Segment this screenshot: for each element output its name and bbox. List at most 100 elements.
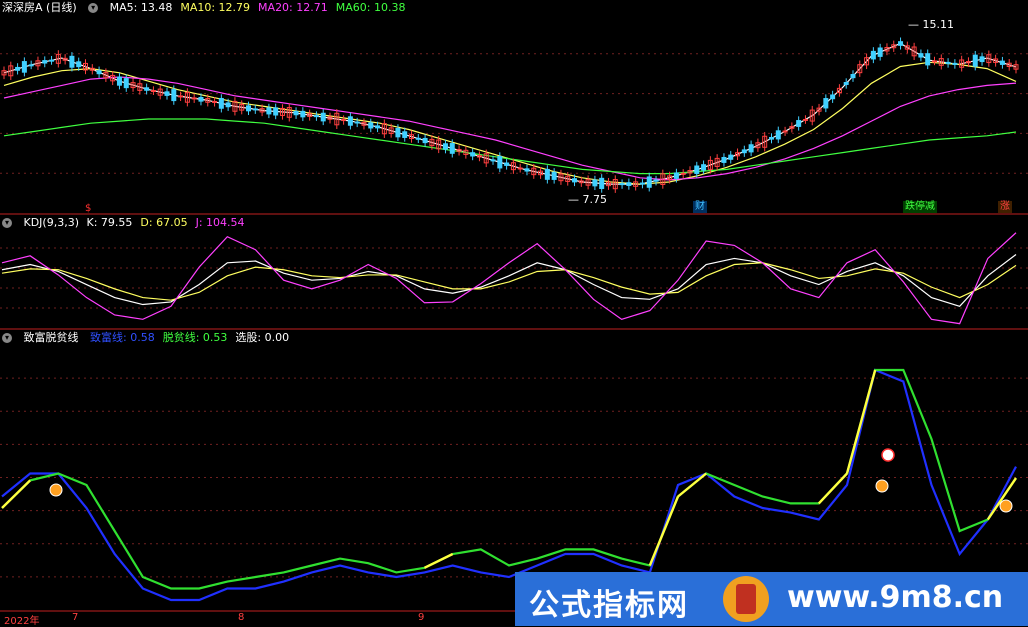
marker-limit-down-reduce[interactable]: 跌停减 <box>903 201 937 213</box>
candle-body <box>347 116 353 126</box>
candle-body <box>741 149 747 154</box>
candle-body <box>198 96 204 102</box>
candle-body <box>524 168 530 172</box>
candle-body <box>164 91 170 96</box>
panel1-indicator-3: MA60: 10.38 <box>335 1 406 14</box>
candle-body <box>504 162 510 166</box>
candle-body <box>802 118 808 121</box>
candle-body <box>517 167 523 170</box>
candle-body <box>830 94 836 100</box>
kdj-line-d <box>1 262 1017 301</box>
panel2-indicator-0: K: 79.55 <box>86 216 133 229</box>
candle-body <box>952 62 958 65</box>
candle-body <box>354 121 360 124</box>
buy-signal-icon <box>999 499 1013 513</box>
candle-body <box>300 110 306 118</box>
candle-body <box>15 66 21 71</box>
candle-body <box>972 54 978 67</box>
buy-signal-icon <box>875 479 889 493</box>
candle-body <box>843 82 849 85</box>
candle-body <box>619 183 625 186</box>
watermark-url: www.9m8.cn <box>787 580 1004 615</box>
panel2-settings-icon[interactable]: ▾ <box>2 218 12 228</box>
ma-line-ma20 <box>3 76 1017 181</box>
candle-body <box>212 100 218 103</box>
candle-body <box>368 122 374 129</box>
x-axis-label-aug: 8 <box>238 612 245 623</box>
marker-rise[interactable]: 涨 <box>998 201 1012 213</box>
panel3-title: 致富脱贫线 <box>23 331 79 344</box>
candle-body <box>918 53 924 58</box>
panel2-title: KDJ(9,3,3) <box>23 216 80 229</box>
candle-body <box>225 102 231 108</box>
candle-body <box>796 120 802 127</box>
candle-body <box>402 131 408 138</box>
candle-body <box>599 177 605 189</box>
candle-body <box>551 171 557 180</box>
candle-body <box>768 136 774 140</box>
candle-body <box>544 168 550 180</box>
candle-body <box>673 172 679 179</box>
kdj-line-j <box>1 232 1017 325</box>
candle-body <box>293 111 299 116</box>
candle-body <box>639 182 645 185</box>
rising-segment <box>845 369 877 474</box>
candle-body <box>320 112 326 122</box>
signal-line-tuopin <box>1 368 1017 590</box>
chart-svg: — 15.11 — 7.75 <box>0 18 1028 612</box>
candle-body <box>592 179 598 187</box>
candle-body <box>931 60 937 63</box>
candle-body <box>422 137 428 144</box>
panel3-indicator-1: 脱贫线: 0.53 <box>162 331 228 344</box>
candle-body <box>171 89 177 102</box>
candle-body <box>123 78 129 89</box>
candle-body <box>116 76 122 86</box>
x-axis-label-year: 2022年 <box>4 616 40 627</box>
candle-body <box>870 50 876 60</box>
buy-signal-icon <box>49 483 63 497</box>
panel1-title: 深深房A (日线) <box>2 1 77 14</box>
panel1-indicators: MA5: 13.48 MA10: 12.79 MA20: 12.71 MA60: 10… <box>110 1 414 14</box>
watermark-text: 公式指标网 <box>529 588 689 623</box>
panel3-header: ▾ 致富脱贫线 致富线: 0.58 脱贫线: 0.53 选股: 0.00 <box>2 331 305 345</box>
settings-icon[interactable]: ▾ <box>88 3 99 13</box>
candle-body <box>313 115 319 118</box>
candle-body <box>150 90 156 93</box>
panel1-header: 深深房A (日线) ▾ MA5: 13.48 MA10: 12.79 MA20: 1… <box>2 1 421 15</box>
candle-body <box>823 98 829 109</box>
candle-body <box>626 182 632 186</box>
rising-segment <box>648 496 680 566</box>
watermark-logo <box>723 576 769 622</box>
candle-body <box>266 107 272 115</box>
panel2-indicator-2: J: 104.54 <box>195 216 245 229</box>
panel2-header: ▾ KDJ(9,3,3) K: 79.55 D: 67.05 J: 104.54 <box>2 216 261 230</box>
panel1-indicator-2: MA20: 12.71 <box>258 1 328 14</box>
marker-finance[interactable]: 财 <box>693 201 707 213</box>
x-axis-label-jul: 7 <box>72 612 79 623</box>
candle-body <box>925 53 931 66</box>
candle-body <box>442 143 448 150</box>
low-price-label: — 7.75 <box>568 193 607 206</box>
panel2-indicator-1: D: 67.05 <box>140 216 188 229</box>
high-price-label: — 15.11 <box>908 18 954 31</box>
panel3-settings-icon[interactable]: ▾ <box>2 333 12 343</box>
candle-body <box>728 154 734 160</box>
panel1-indicator-1: MA10: 12.79 <box>180 1 251 14</box>
candle-body <box>273 107 279 116</box>
candle-body <box>979 56 985 63</box>
candle-body <box>850 73 856 79</box>
candle-body <box>76 61 82 68</box>
candle-body <box>680 172 686 175</box>
candle-body <box>748 144 754 153</box>
candle-body <box>49 59 55 62</box>
candle-body <box>178 95 184 98</box>
candle-body <box>470 152 476 157</box>
candle-body <box>782 130 788 133</box>
candle-body <box>945 61 951 64</box>
candle-body <box>341 119 347 122</box>
panel3-indicator-0: 致富线: 0.58 <box>90 331 155 344</box>
marker-dollar[interactable]: $ <box>83 203 93 215</box>
panel3-indicator-2: 选股: 0.00 <box>235 331 290 344</box>
candle-body <box>191 97 197 100</box>
candle-body <box>490 159 496 162</box>
